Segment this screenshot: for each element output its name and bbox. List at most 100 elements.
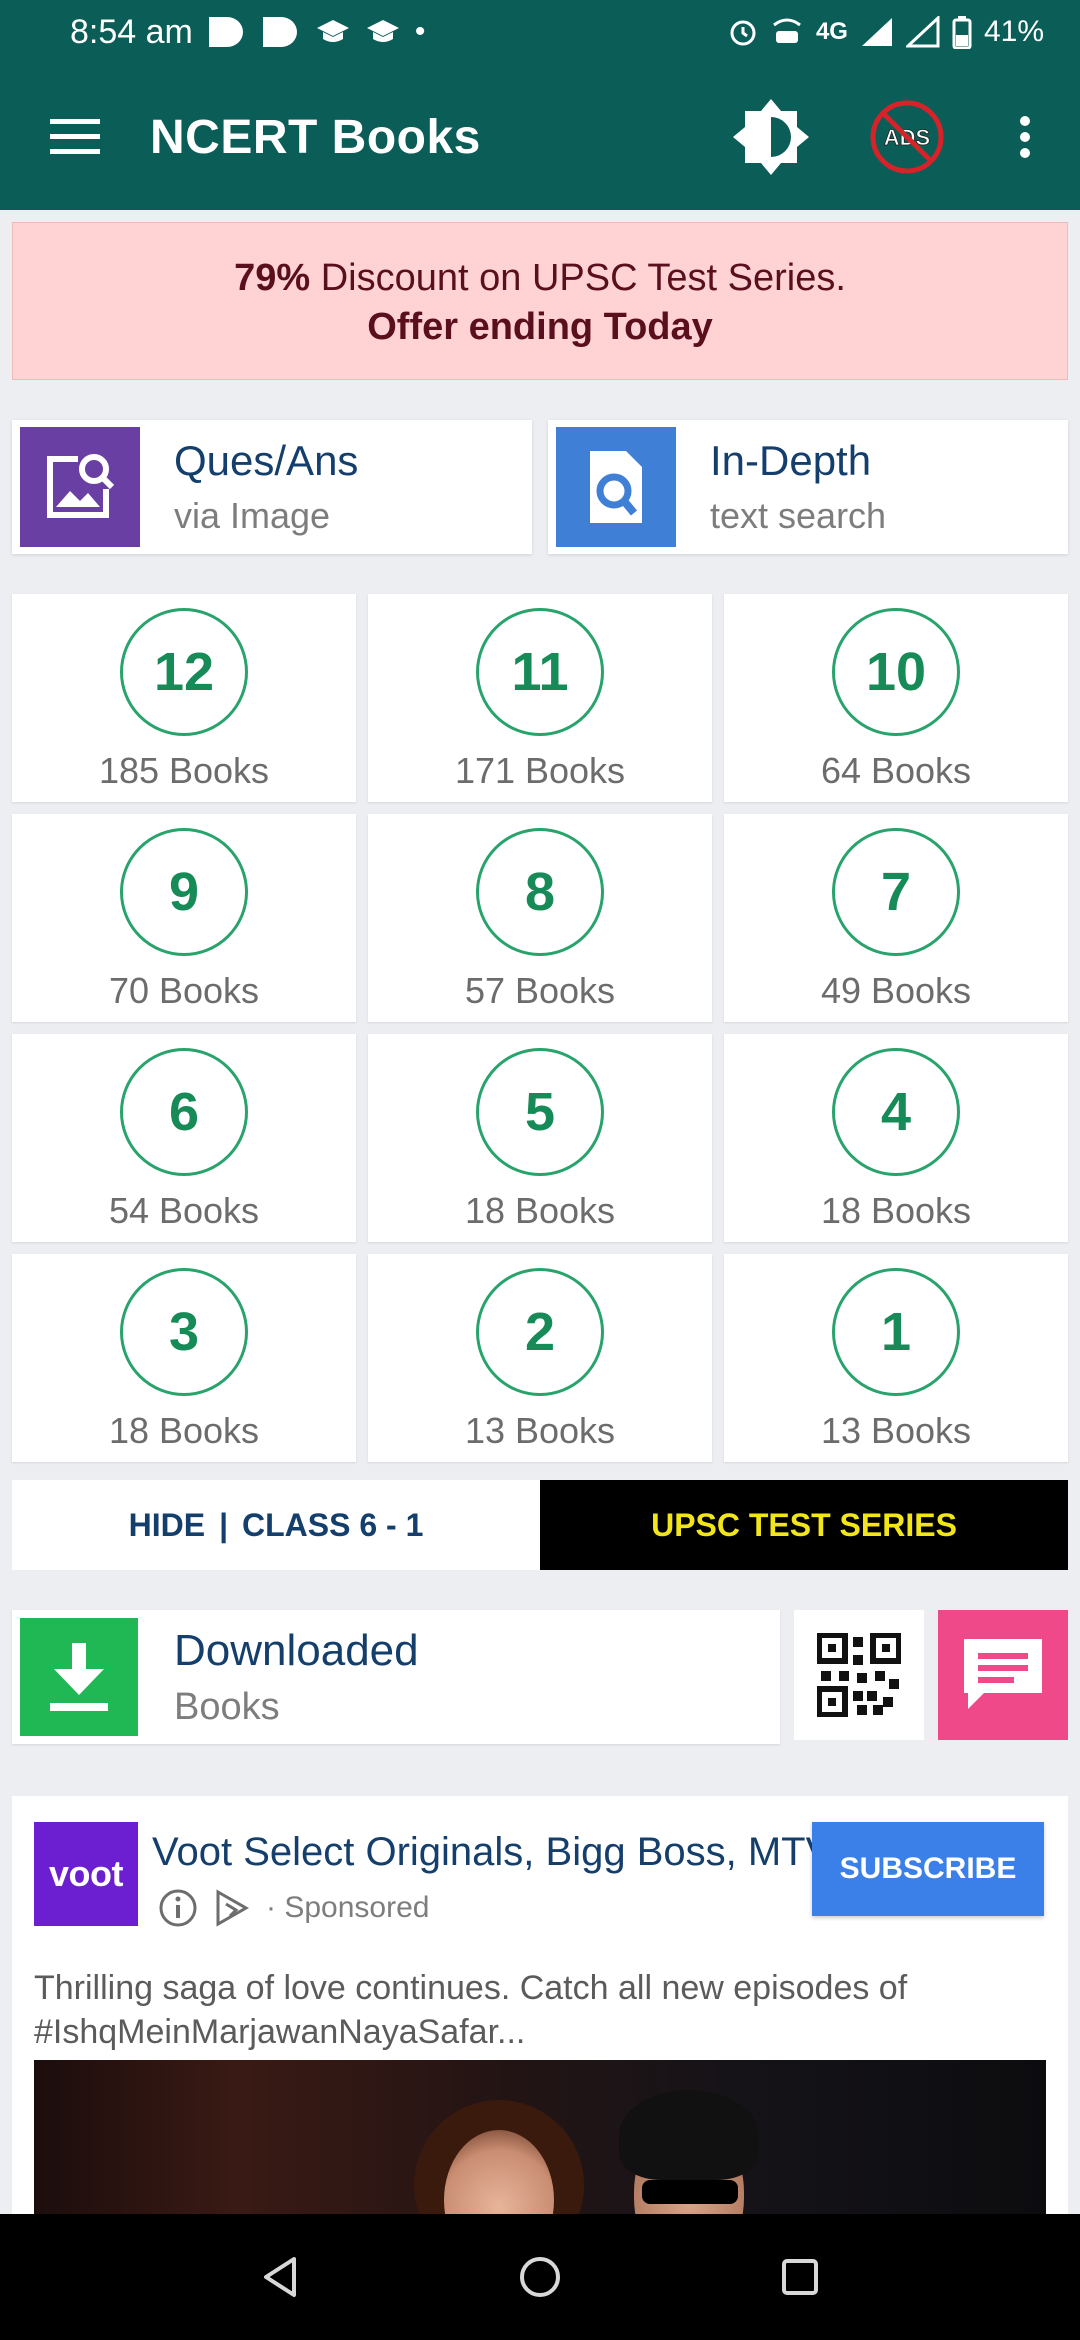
- ad-description: Thrilling saga of love continues. Catch …: [34, 1969, 908, 2051]
- back-icon: [264, 2257, 296, 2297]
- network-type: 4G: [815, 18, 848, 45]
- feedback-chat-button[interactable]: [938, 1610, 1068, 1740]
- book-count: 18 Books: [464, 1190, 616, 1231]
- upsc-label: UPSC TEST SERIES: [651, 1506, 957, 1543]
- notification-app-icon: [262, 17, 297, 47]
- book-count: 70 Books: [108, 970, 260, 1011]
- graduation-cap-icon: [316, 20, 349, 42]
- book-count: 64 Books: [820, 750, 972, 791]
- recents-icon: [782, 2259, 818, 2295]
- sponsored-label: · Sponsored: [266, 1891, 430, 1924]
- downloaded-subtitle: Books: [174, 1685, 280, 1728]
- downloaded-title: Downloaded: [174, 1625, 419, 1675]
- class-number: 5: [476, 1048, 604, 1176]
- class-number: 8: [476, 828, 604, 956]
- advertiser-logo: voot: [34, 1822, 138, 1926]
- book-count: 185 Books: [98, 750, 270, 791]
- book-count: 13 Books: [464, 1410, 616, 1451]
- ad-title[interactable]: Voot Select Originals, Bigg Boss, MTV: [152, 1830, 818, 1875]
- offer-percent: 79%: [234, 257, 311, 299]
- class-card-6[interactable]: 6 54 Books: [12, 1034, 356, 1242]
- signal-sim1-icon: [861, 18, 892, 46]
- more-options-button[interactable]: [980, 82, 1070, 192]
- ques-ans-via-image-card[interactable]: Ques/Ans via Image: [12, 420, 532, 554]
- in-depth-text-search-card[interactable]: In-Depth text search: [548, 420, 1068, 554]
- class-card-12[interactable]: 12 185 Books: [12, 594, 356, 802]
- class-card-1[interactable]: 1 13 Books: [724, 1254, 1068, 1462]
- downloaded-books-card[interactable]: Downloaded Books: [12, 1610, 780, 1744]
- hamburger-menu-icon: [50, 119, 100, 154]
- class-number: 6: [120, 1048, 248, 1176]
- class-card-7[interactable]: 7 49 Books: [724, 814, 1068, 1022]
- download-icon: [50, 1643, 108, 1711]
- signal-sim2-icon: [905, 16, 940, 48]
- class-card-3[interactable]: 3 18 Books: [12, 1254, 356, 1462]
- chat-icon: [964, 1639, 1042, 1709]
- theme-toggle-button[interactable]: [716, 82, 826, 192]
- menu-button[interactable]: [0, 64, 150, 210]
- class-number: 3: [120, 1268, 248, 1396]
- qr-code-icon: [817, 1633, 901, 1717]
- class-card-11[interactable]: 11 171 Books: [368, 594, 712, 802]
- more-vert-icon: [1020, 116, 1030, 158]
- separator: |: [219, 1506, 229, 1543]
- info-icon[interactable]: [158, 1888, 198, 1928]
- back-button[interactable]: [235, 2232, 325, 2322]
- class-number: 1: [832, 1268, 960, 1396]
- battery-icon: [952, 16, 972, 49]
- class-number: 4: [832, 1048, 960, 1176]
- ad-image-figure: [642, 2180, 738, 2204]
- qr-scan-button[interactable]: [794, 1610, 924, 1740]
- class-card-4[interactable]: 4 18 Books: [724, 1034, 1068, 1242]
- offer-banner[interactable]: 79% Discount on UPSC Test Series. Offer …: [12, 222, 1068, 380]
- hide-class-6-1-button[interactable]: HIDE | CLASS 6 - 1: [12, 1480, 540, 1570]
- hide-label: HIDE: [128, 1506, 206, 1543]
- document-search-icon: [590, 451, 642, 523]
- alarm-icon: [730, 20, 756, 46]
- status-bar: 8:54 am • 4G 41%: [0, 0, 1080, 64]
- system-nav-bar: [0, 2214, 1080, 2340]
- offer-line1: 79% Discount on UPSC Test Series.: [13, 257, 1067, 300]
- brightness-icon: [733, 99, 809, 175]
- class-number: 12: [120, 608, 248, 736]
- subscribe-button[interactable]: SUBSCRIBE: [812, 1822, 1044, 1916]
- notification-icons: •: [207, 15, 426, 49]
- home-button[interactable]: [495, 2232, 585, 2322]
- book-count: 57 Books: [464, 970, 616, 1011]
- sponsored-ad[interactable]: voot Voot Select Originals, Bigg Boss, M…: [12, 1796, 1068, 2216]
- no-ads-icon: ADS: [870, 100, 944, 174]
- class-number: 2: [476, 1268, 604, 1396]
- feature-title: In-Depth: [710, 437, 872, 484]
- ad-image[interactable]: [34, 2060, 1046, 2216]
- offer-text: Discount on UPSC Test Series.: [310, 257, 846, 299]
- book-count: 18 Books: [108, 1410, 260, 1451]
- notification-app-icon: [208, 17, 243, 47]
- offer-line2: Offer ending Today: [367, 306, 713, 348]
- doc-search-tile: [556, 427, 676, 547]
- class-card-10[interactable]: 10 64 Books: [724, 594, 1068, 802]
- ad-image-figure: [619, 2090, 759, 2180]
- class-card-5[interactable]: 5 18 Books: [368, 1034, 712, 1242]
- class-number: 7: [832, 828, 960, 956]
- app-title: NCERT Books: [150, 110, 481, 164]
- image-search-icon: [47, 454, 115, 518]
- app-bar: NCERT Books ADS: [0, 64, 1080, 210]
- download-tile: [20, 1618, 138, 1736]
- adchoices-icon[interactable]: [212, 1888, 252, 1928]
- battery-percent: 41%: [983, 15, 1044, 48]
- class-number: 10: [832, 608, 960, 736]
- book-count: 171 Books: [454, 750, 626, 791]
- recents-button[interactable]: [755, 2232, 845, 2322]
- feature-subtitle: text search: [710, 495, 887, 536]
- class-number: 9: [120, 828, 248, 956]
- upsc-test-series-button[interactable]: UPSC TEST SERIES: [540, 1480, 1068, 1570]
- class-card-8[interactable]: 8 57 Books: [368, 814, 712, 1022]
- ad-meta: · Sponsored: [158, 1888, 429, 1928]
- class-card-9[interactable]: 9 70 Books: [12, 814, 356, 1022]
- class-card-2[interactable]: 2 13 Books: [368, 1254, 712, 1462]
- dot-icon: •: [414, 15, 426, 48]
- feature-title: Ques/Ans: [174, 437, 359, 484]
- remove-ads-button[interactable]: ADS: [852, 82, 962, 192]
- status-time: 8:54 am: [70, 12, 193, 51]
- graduation-cap-icon: [366, 20, 399, 42]
